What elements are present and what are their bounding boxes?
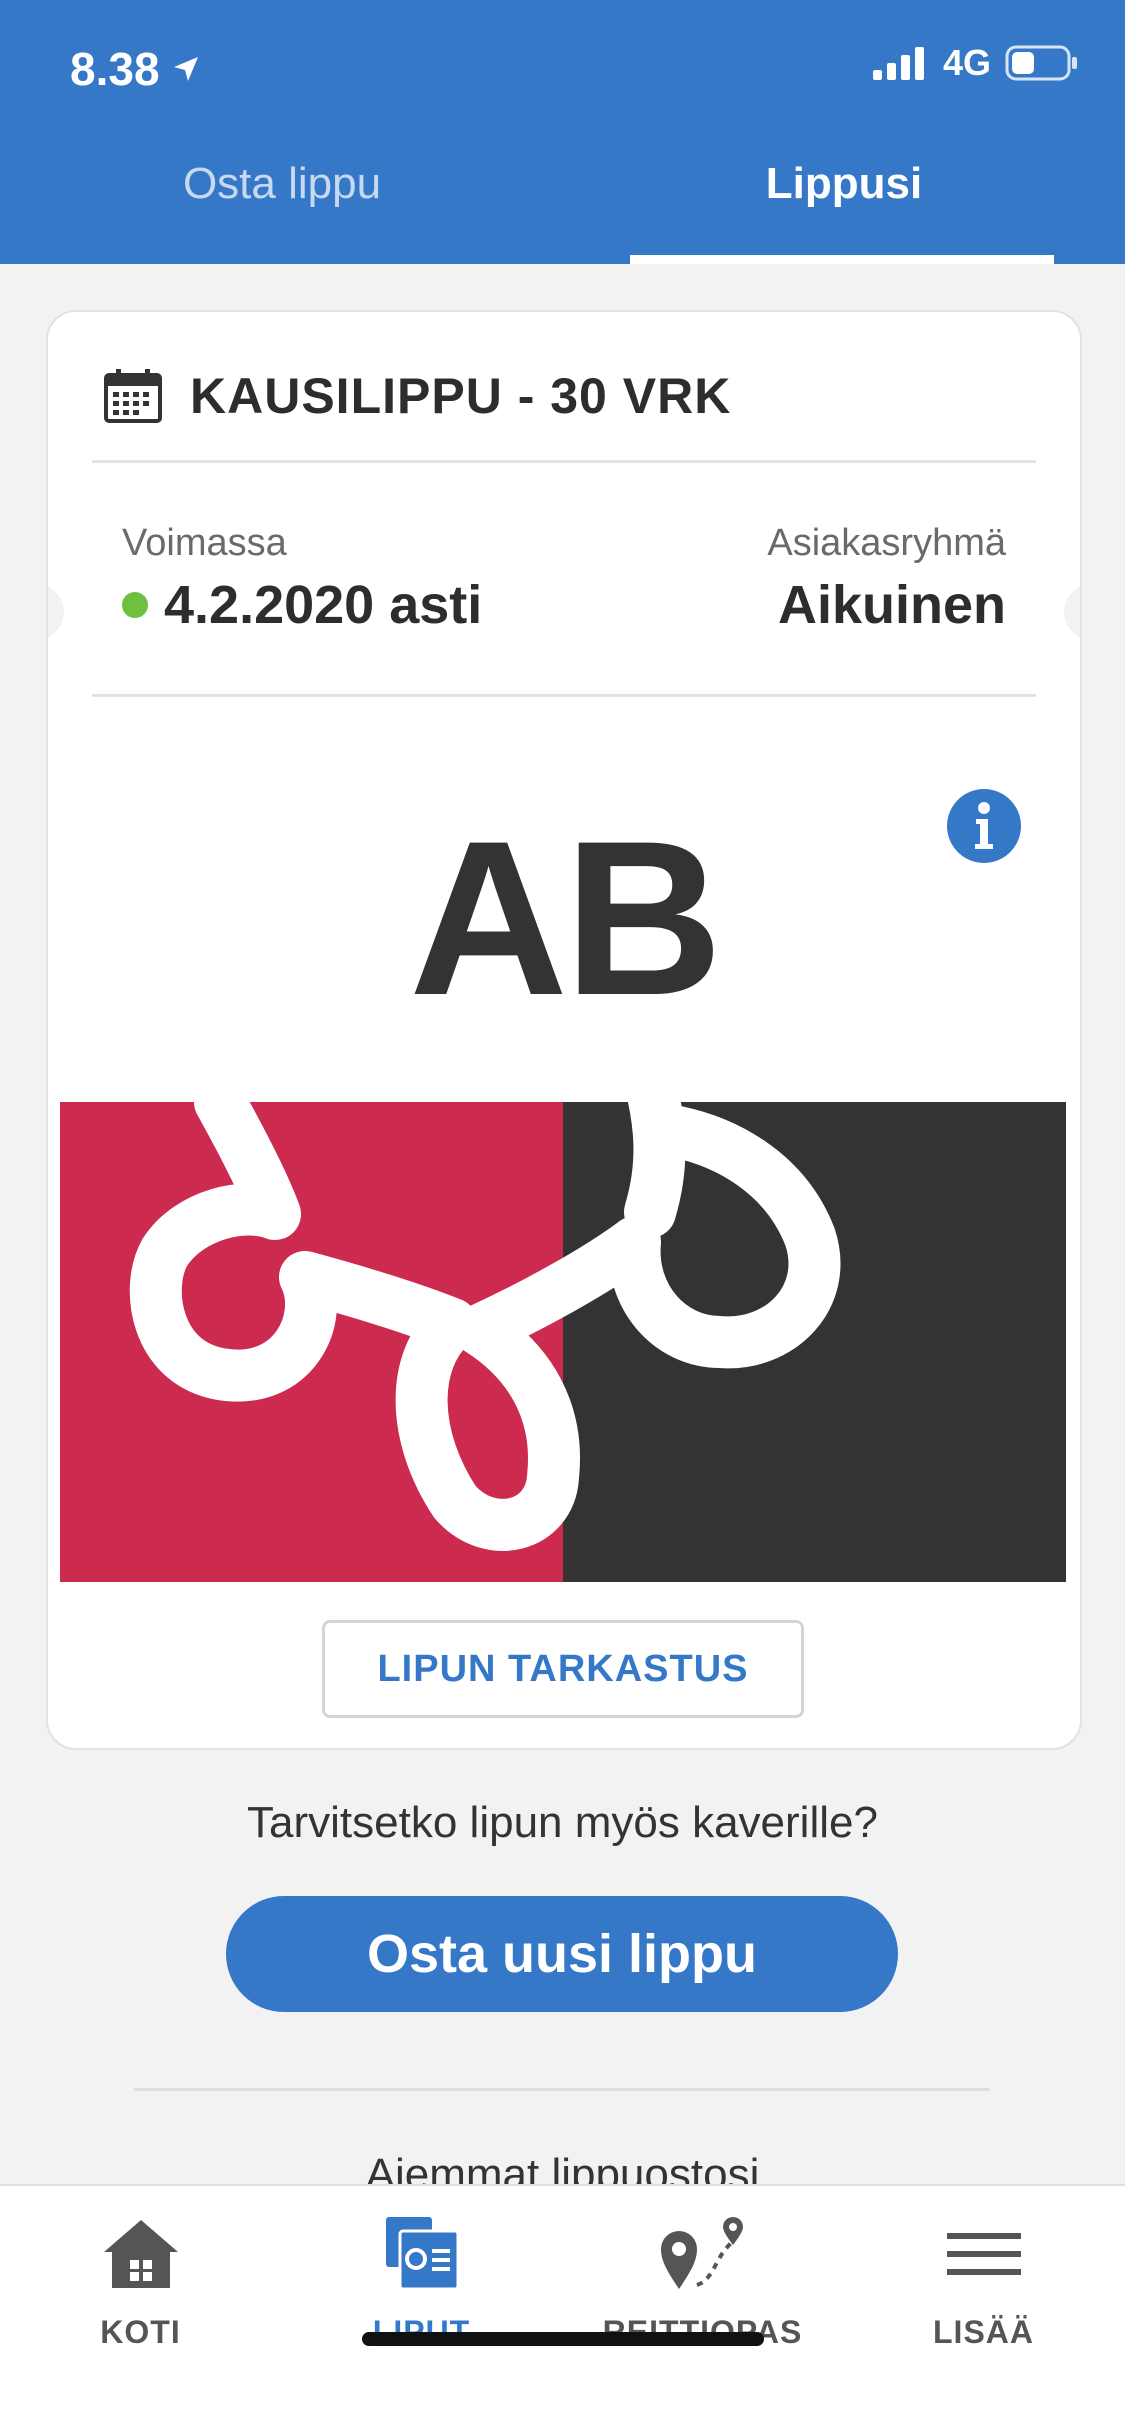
zone-label: AB — [409, 795, 723, 1041]
ticket-card: KAUSILIPPU - 30 VRK Voimassa Asiakasryhm… — [46, 310, 1082, 1750]
nav-item-route-planner[interactable]: REITTIOPAS — [562, 2204, 843, 2351]
nav-item-home[interactable]: KOTI — [0, 2204, 281, 2351]
network-type: 4G — [942, 42, 991, 83]
validity-row: 4.2.2020 asti — [122, 574, 482, 636]
active-tab-indicator — [630, 255, 1054, 264]
signal-icon — [872, 47, 924, 80]
home-icon — [103, 2220, 178, 2288]
info-icon[interactable] — [946, 788, 1022, 864]
card-notch-left — [48, 584, 64, 640]
ticket-title-row: KAUSILIPPU - 30 VRK — [104, 356, 1040, 436]
battery-icon — [1005, 45, 1077, 81]
nav-item-more[interactable]: LISÄÄ — [843, 2204, 1124, 2351]
bottom-navigation: KOTI LIPUT REITTIOPAS — [0, 2184, 1125, 2436]
tickets-icon — [385, 2217, 459, 2291]
card-divider-middle — [92, 694, 1036, 697]
menu-icon — [946, 2233, 1021, 2275]
app-header: 8.38 4G Osta lippu Lippusi — [0, 0, 1125, 264]
home-indicator[interactable] — [362, 2332, 764, 2346]
route-icon — [660, 2217, 743, 2289]
nav-item-tickets[interactable]: LIPUT — [281, 2204, 562, 2351]
validity-value: 4.2.2020 asti — [164, 575, 483, 635]
tab-buy-ticket[interactable]: Osta lippu — [72, 159, 492, 208]
tab-your-tickets[interactable]: Lippusi — [634, 159, 1054, 208]
nav-label-more: LISÄÄ — [933, 2314, 1034, 2350]
section-divider — [134, 2088, 990, 2091]
valid-status-dot — [122, 592, 148, 618]
tab-buy-ticket-label: Osta lippu — [182, 159, 382, 208]
card-divider-top — [92, 460, 1036, 463]
calendar-icon — [104, 369, 162, 423]
ticket-title: KAUSILIPPU - 30 VRK — [190, 368, 732, 424]
customer-group-value: Aikuinen — [777, 575, 1006, 635]
customer-group-label: Asiakasryhmä — [767, 522, 1006, 564]
tab-your-tickets-label: Lippusi — [765, 159, 923, 208]
buy-for-friend-question: Tarvitsetko lipun myös kaverille? — [247, 1798, 878, 1847]
buy-new-ticket-label: Osta uusi lippu — [366, 1924, 758, 1984]
ticket-validity-graphic — [60, 1102, 1066, 1582]
ticket-inspection-button[interactable]: LIPUN TARKASTUS — [322, 1620, 804, 1718]
card-notch-right — [1064, 584, 1080, 640]
location-arrow-icon — [173, 57, 198, 81]
clock-text: 8.38 — [70, 43, 160, 95]
buy-new-ticket-button[interactable]: Osta uusi lippu — [226, 1896, 898, 2012]
status-bar-right: 4G — [872, 42, 1079, 84]
status-bar-time: 8.38 — [70, 42, 202, 96]
ticket-inspection-label: LIPUN TARKASTUS — [377, 1647, 749, 1690]
nav-label-home: KOTI — [100, 2314, 181, 2350]
validity-label: Voimassa — [122, 522, 287, 564]
